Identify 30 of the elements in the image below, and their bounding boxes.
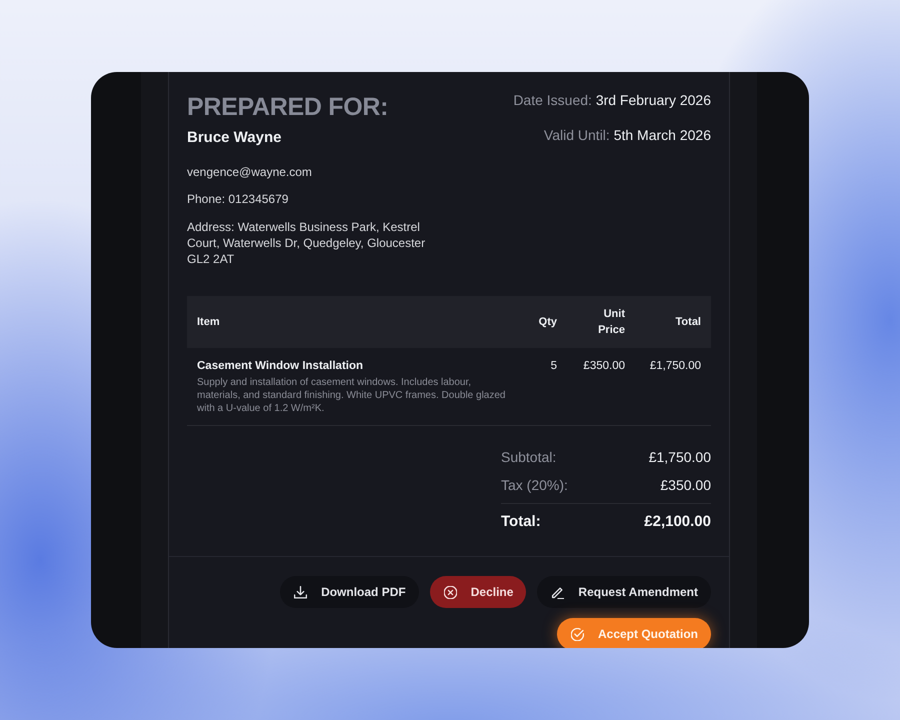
- date-value: 3rd February 2026: [596, 92, 711, 108]
- column-header: Qty: [522, 296, 567, 348]
- subtotal-label: Subtotal:: [501, 448, 556, 467]
- download-pdf-button[interactable]: Download PDF: [280, 576, 419, 608]
- grand-total-value: £2,100.00: [644, 512, 711, 532]
- pencil-icon: [551, 586, 564, 598]
- tax-label: Tax (20%):: [501, 476, 568, 495]
- column-header: Unit Price: [567, 296, 635, 348]
- column-header: Item: [187, 296, 522, 348]
- client-name: Bruce Wayne: [187, 128, 282, 148]
- decline-button[interactable]: Decline: [430, 576, 526, 608]
- item-title: Casement Window Installation: [197, 359, 364, 374]
- download-icon: [294, 586, 308, 598]
- check-circle-icon: [570, 628, 584, 640]
- client-address: Address: Waterwells Business Park, Kestrel Court, Waterwells Dr, Quedgeley, Gloucester GL2 2AT: [187, 219, 426, 267]
- date-value: 5th March 2026: [614, 127, 711, 143]
- subtotal-value: £1,750.00: [648, 448, 711, 467]
- line-total-cell: £1,750.00: [635, 348, 711, 426]
- section-heading: PREPARED FOR:: [187, 92, 390, 122]
- unit-price-cell: £350.00: [567, 348, 635, 426]
- client-phone: Phone: 012345679: [187, 191, 290, 207]
- quantity-cell: 5: [522, 348, 567, 426]
- date-label: Valid Until:: [544, 127, 610, 143]
- tax-value: £350.00: [660, 476, 711, 495]
- client-email: vengence@wayne.com: [187, 164, 313, 180]
- grand-total-label: Total:: [501, 512, 541, 532]
- item-description: Supply and installation of casement windows. Includes labour, materials, and standard finishing. White UPVC frames. Double glazed with a U-value of 1.2 W/m²K.: [197, 376, 506, 415]
- request-amendment-button[interactable]: Request Amendment: [537, 576, 711, 608]
- column-header: Total: [635, 296, 711, 348]
- date-label: Date Issued:: [513, 92, 592, 108]
